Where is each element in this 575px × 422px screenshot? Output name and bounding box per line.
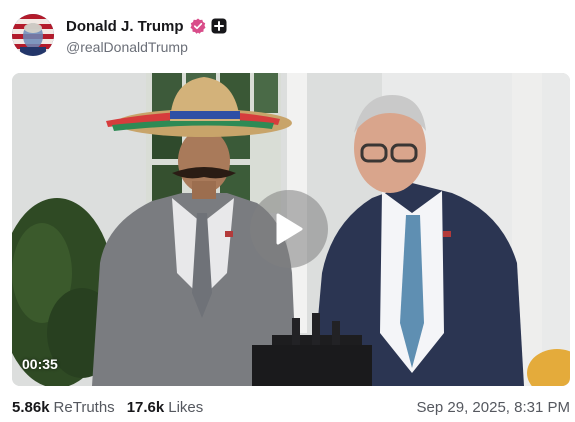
retruths-count: 5.86k: [12, 398, 50, 416]
author-handle[interactable]: @realDonaldTrump: [66, 39, 227, 55]
avatar[interactable]: [12, 14, 54, 56]
author-names: Donald J. Trump @realDonaldTrump: [66, 15, 227, 55]
likes-stat[interactable]: 17.6k Likes: [127, 399, 204, 416]
likes-label: Likes: [168, 398, 204, 416]
post-timestamp[interactable]: Sep 29, 2025, 8:31 PM: [417, 399, 570, 416]
video-duration: 00:35: [22, 356, 58, 372]
post-header: Donald J. Trump @realDonaldTrump: [12, 12, 227, 58]
play-button[interactable]: [250, 190, 328, 268]
verified-check-icon: [190, 18, 206, 34]
plus-badge-icon: [211, 18, 227, 34]
post-footer: 5.86k ReTruths 17.6k Likes Sep 29, 2025,…: [12, 396, 570, 418]
video-player[interactable]: 00:35: [12, 73, 570, 386]
play-icon: [276, 213, 303, 245]
flag-portrait-avatar-icon: [12, 14, 54, 56]
name-row: Donald J. Trump: [66, 15, 227, 37]
retruths-stat[interactable]: 5.86k ReTruths: [12, 399, 115, 416]
truth-post: Donald J. Trump @realDonaldTrump 00:35 5…: [0, 0, 575, 422]
retruths-label: ReTruths: [53, 398, 115, 416]
likes-count: 17.6k: [126, 398, 165, 416]
display-name[interactable]: Donald J. Trump: [66, 18, 184, 35]
